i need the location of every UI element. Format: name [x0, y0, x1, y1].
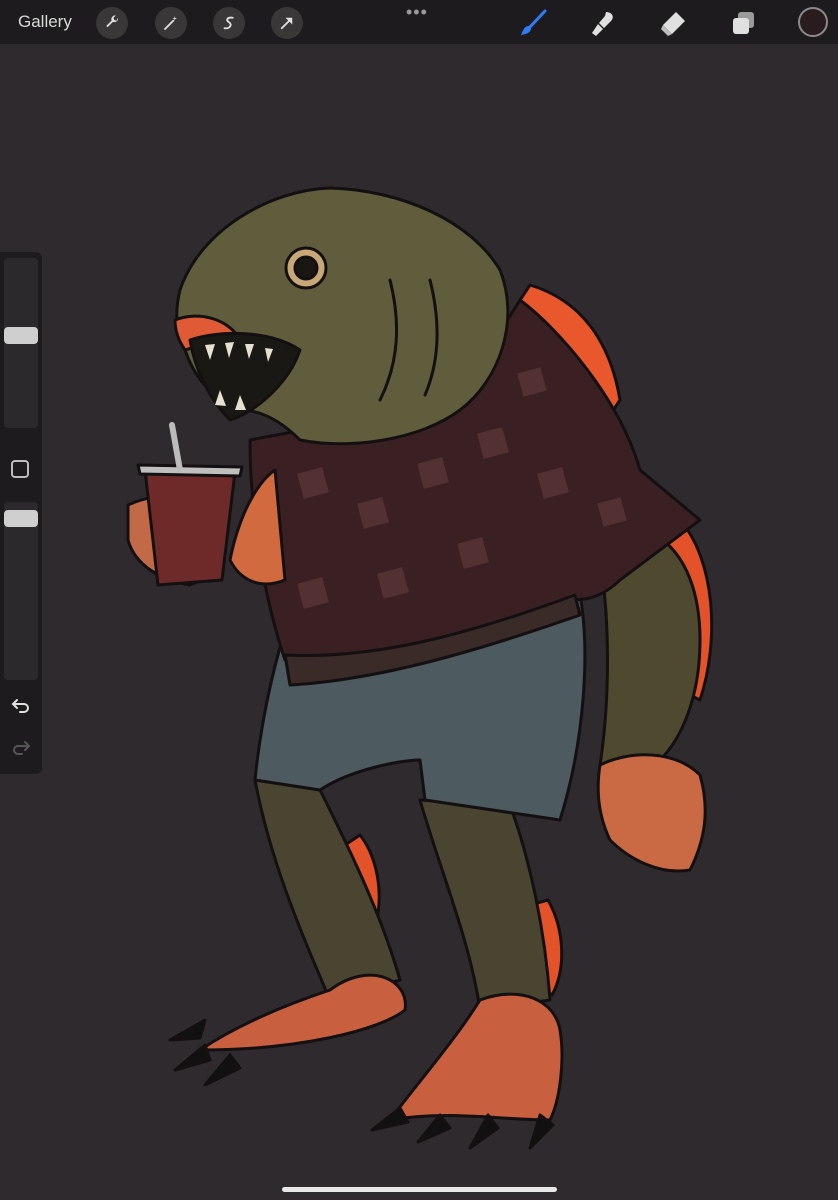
gallery-button[interactable]: Gallery	[18, 12, 72, 32]
home-indicator	[282, 1187, 557, 1192]
adjustments-button[interactable]	[155, 7, 187, 39]
transform-arrow-icon	[280, 17, 293, 30]
smudge-icon[interactable]	[588, 8, 618, 38]
layers-icon[interactable]	[728, 8, 758, 38]
transform-button[interactable]	[271, 7, 303, 39]
selection-button[interactable]	[213, 7, 245, 39]
top-toolbar: Gallery •••	[0, 0, 838, 44]
wrench-button[interactable]	[96, 7, 128, 39]
selection-s-icon	[223, 16, 234, 30]
eraser-icon[interactable]	[658, 8, 688, 38]
drawing-canvas[interactable]	[0, 44, 838, 1200]
color-picker-button[interactable]	[798, 7, 828, 37]
fish-creature-illustration	[126, 186, 714, 1150]
more-options-button[interactable]: •••	[406, 2, 428, 23]
wrench-icon	[106, 15, 119, 28]
brush-icon[interactable]	[518, 8, 548, 38]
magic-wand-icon	[164, 16, 177, 30]
